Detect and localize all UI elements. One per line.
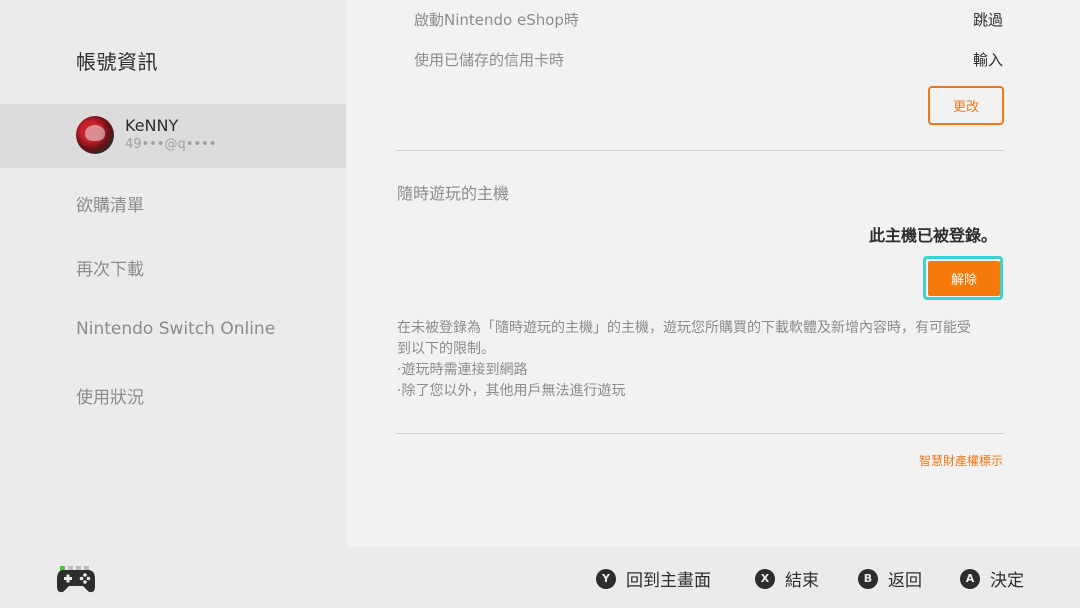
- footer-action-label: 回到主畫面: [626, 571, 711, 591]
- footer-action-label: 結束: [785, 571, 819, 591]
- footer-action-label: 決定: [990, 571, 1024, 591]
- description-line: 到以下的限制。: [397, 341, 495, 357]
- sidebar-item-redownload[interactable]: 再次下載: [76, 255, 144, 280]
- sidebar-item-wishlist[interactable]: 欲購清單: [76, 191, 144, 216]
- description-line: 在未被登錄為「隨時遊玩的主機」的主機，遊玩您所購買的下載軟體及新增內容時，有可能…: [397, 320, 971, 336]
- sidebar-title: 帳號資訊: [76, 50, 158, 74]
- deregister-button[interactable]: 解除: [928, 261, 1000, 296]
- y-button-icon: Y: [596, 568, 616, 589]
- console-status-text: 此主機已被登錄。: [868, 226, 997, 245]
- setting-value-eshop-launch: 跳過: [972, 11, 1003, 29]
- primary-console-description: 在未被登錄為「隨時遊玩的主機」的主機，遊玩您所購買的下載軟體及新增內容時，有可能…: [397, 318, 1017, 402]
- sidebar-item-usage[interactable]: 使用狀況: [76, 383, 144, 408]
- setting-label-eshop-launch: 啟動Nintendo eShop時: [414, 11, 579, 29]
- sidebar: 帳號資訊 KeNNY 49•••@q•••• 欲購清單 再次下載 Nintend…: [0, 0, 346, 547]
- b-button-icon: B: [858, 568, 878, 589]
- footer-action-back[interactable]: B 返回: [858, 566, 922, 591]
- divider: [396, 433, 1004, 434]
- footer-action-confirm[interactable]: A 決定: [960, 566, 1024, 591]
- controller-indicator: [60, 556, 92, 571]
- footer-bar: Y 回到主畫面 X 結束 B 返回 A 決定: [0, 547, 1080, 608]
- controller-icon[interactable]: [56, 566, 96, 594]
- ip-notice-link[interactable]: 智慧財產權標示: [919, 452, 1003, 469]
- footer-action-home[interactable]: Y 回到主畫面: [596, 566, 711, 591]
- primary-console-title: 隨時遊玩的主機: [397, 184, 510, 203]
- setting-label-saved-card: 使用已儲存的信用卡時: [414, 51, 565, 69]
- sidebar-item-nintendo-switch-online[interactable]: Nintendo Switch Online: [76, 319, 275, 339]
- avatar: [76, 116, 114, 154]
- footer-action-exit[interactable]: X 結束: [755, 566, 819, 591]
- user-email: 49•••@q••••: [125, 137, 217, 152]
- a-button-icon: A: [960, 568, 980, 589]
- avatar-mask-icon: [85, 125, 105, 141]
- description-bullet: ·除了您以外，其他用戶無法進行遊玩: [397, 383, 626, 399]
- footer-action-label: 返回: [888, 571, 922, 591]
- x-button-icon: X: [755, 568, 775, 589]
- user-name: KeNNY: [125, 116, 179, 135]
- change-button[interactable]: 更改: [928, 86, 1004, 125]
- divider: [396, 150, 1004, 151]
- description-bullet: ·遊玩時需連接到網路: [397, 362, 528, 378]
- user-profile-selected[interactable]: KeNNY 49•••@q••••: [0, 104, 346, 168]
- setting-value-saved-card: 輸入: [972, 51, 1003, 69]
